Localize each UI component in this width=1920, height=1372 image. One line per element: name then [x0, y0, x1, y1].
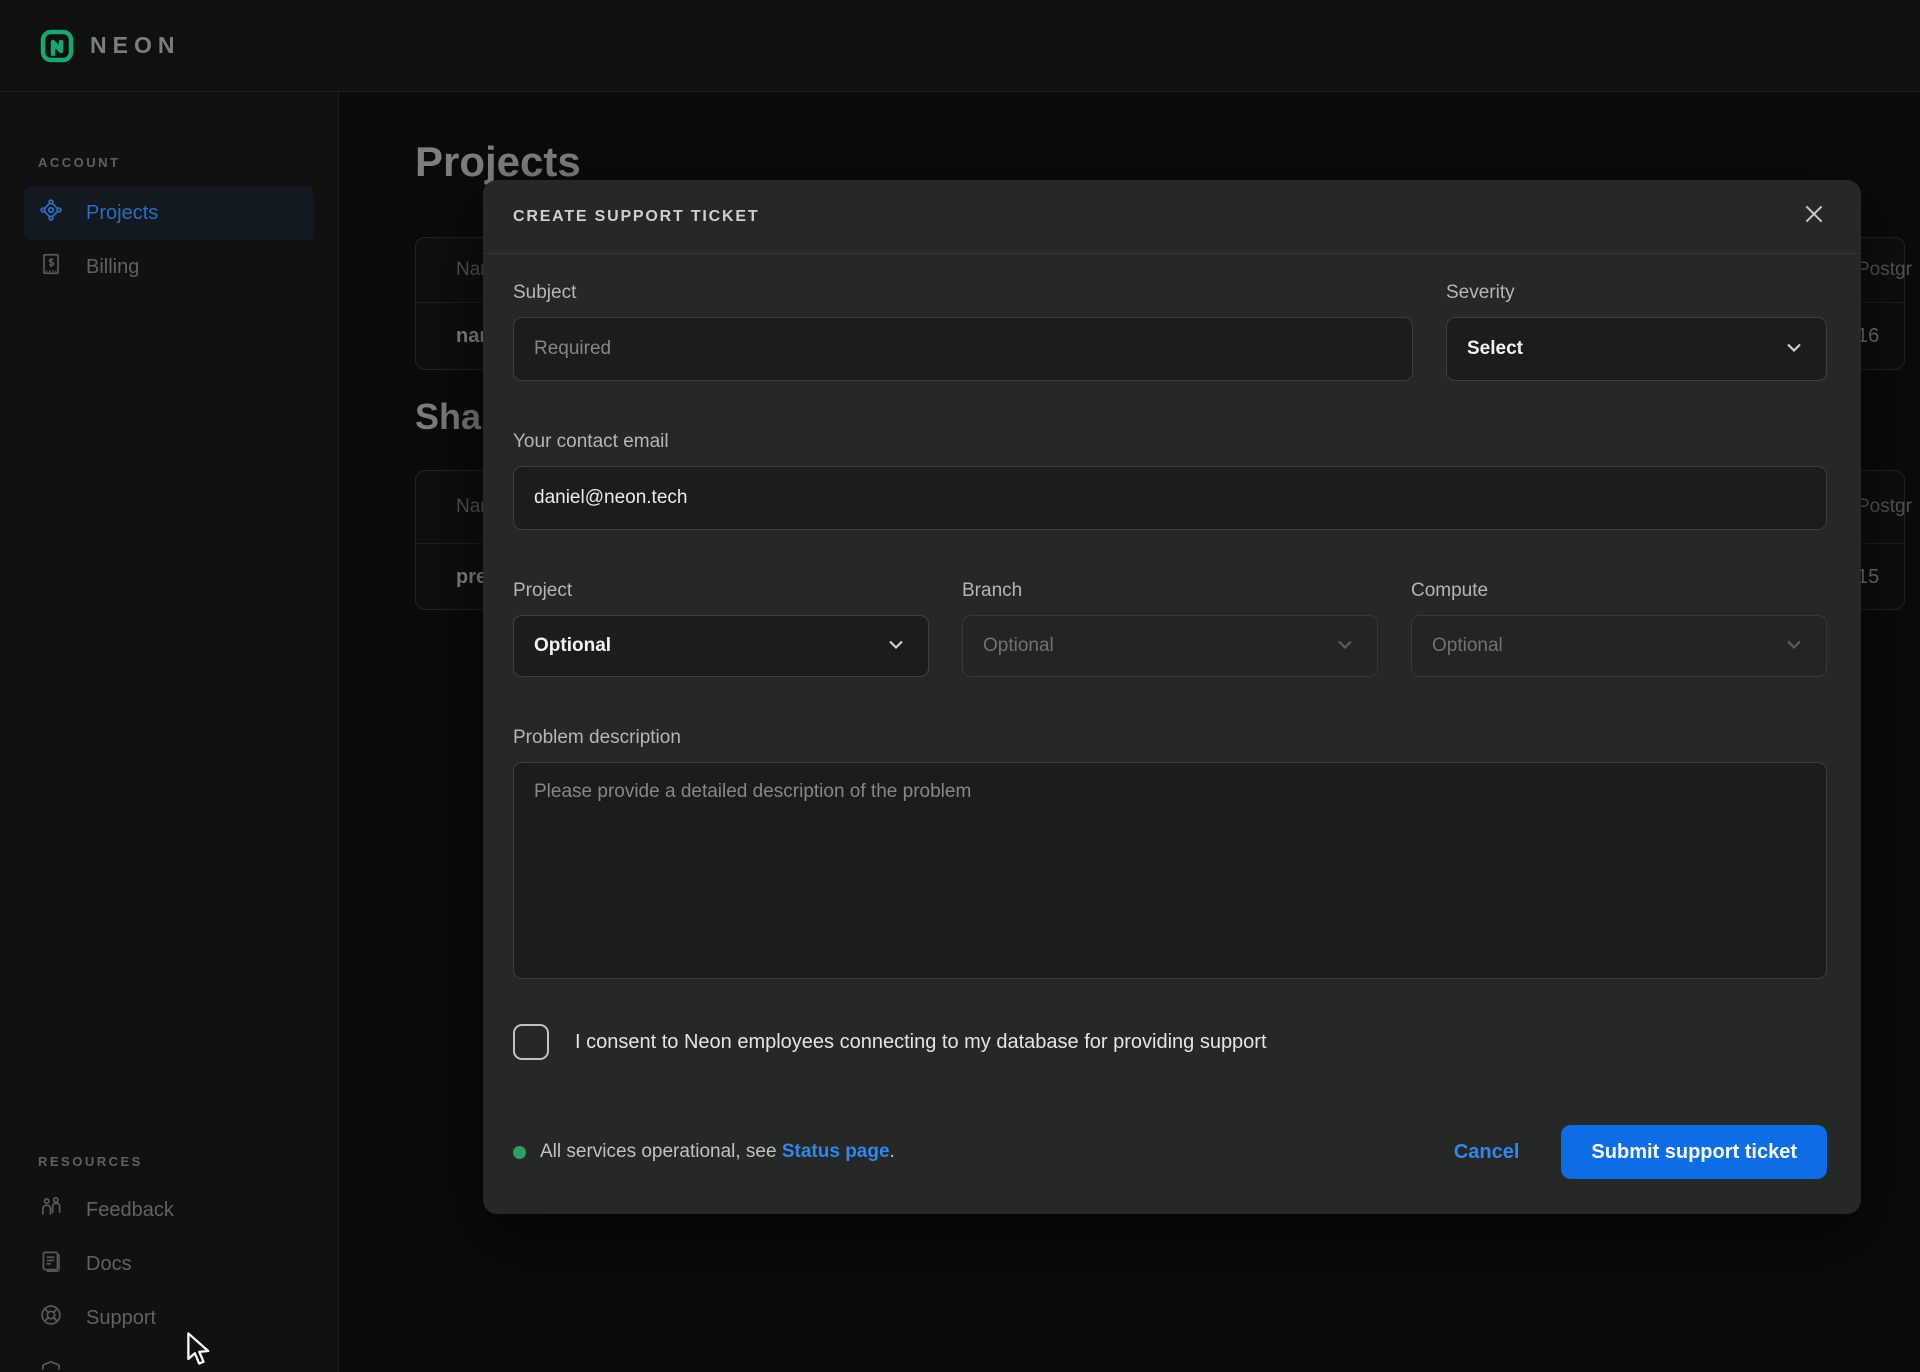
- modal-header: CREATE SUPPORT TICKET: [483, 180, 1861, 254]
- severity-select[interactable]: Select: [1446, 317, 1827, 381]
- resources-section-label: RESOURCES: [0, 1154, 338, 1169]
- name-column-header: Nan: [416, 496, 491, 518]
- neon-logo-icon: [40, 29, 74, 63]
- docs-icon: [38, 1248, 64, 1280]
- projects-icon: [38, 197, 64, 229]
- sidebar-item-docs[interactable]: Docs: [24, 1237, 314, 1291]
- consent-checkbox[interactable]: [513, 1024, 549, 1060]
- submit-support-ticket-button[interactable]: Submit support ticket: [1561, 1125, 1827, 1179]
- neon-logo[interactable]: NEON: [40, 29, 180, 63]
- branch-select-value: Optional: [983, 635, 1054, 657]
- branch-label: Branch: [962, 580, 1378, 602]
- close-icon: [1801, 201, 1827, 232]
- problem-description-textarea[interactable]: [513, 762, 1827, 979]
- sidebar-item-label: Docs: [86, 1253, 132, 1276]
- sidebar-item-feedback[interactable]: Feedback: [24, 1183, 314, 1237]
- postgres-column-header: Postgr: [1857, 259, 1912, 281]
- account-section-label: ACCOUNT: [0, 155, 338, 170]
- sidebar-item-label: Projects: [86, 202, 158, 225]
- compute-select-value: Optional: [1432, 635, 1503, 657]
- support-icon: [38, 1302, 64, 1334]
- contact-email-input[interactable]: [513, 466, 1827, 530]
- mouse-cursor: [185, 1332, 213, 1371]
- subject-label: Subject: [513, 282, 1413, 304]
- billing-icon: [38, 251, 64, 283]
- sidebar-item-label: Support: [86, 1307, 156, 1330]
- chevron-down-icon: [884, 632, 908, 661]
- page-title: Projects: [415, 138, 581, 186]
- partial-icon: [38, 1358, 64, 1372]
- sidebar-item-projects[interactable]: Projects: [24, 186, 314, 240]
- contact-email-label: Your contact email: [513, 431, 1827, 453]
- sidebar: ACCOUNT Projects: [0, 92, 339, 1372]
- feedback-icon: [38, 1194, 64, 1226]
- name-column-header: Nan: [416, 259, 491, 281]
- brand-wordmark: NEON: [90, 32, 180, 59]
- compute-select: Optional: [1411, 615, 1827, 677]
- subject-input[interactable]: [513, 317, 1413, 381]
- status-page-link[interactable]: Status page: [782, 1141, 890, 1162]
- problem-description-label: Problem description: [513, 727, 1827, 749]
- project-select[interactable]: Optional: [513, 615, 929, 677]
- sidebar-item-billing[interactable]: Billing: [24, 240, 314, 294]
- project-select-value: Optional: [534, 635, 611, 657]
- severity-select-value: Select: [1467, 338, 1523, 360]
- chevron-down-icon: [1782, 335, 1806, 364]
- cancel-button[interactable]: Cancel: [1454, 1141, 1520, 1164]
- status-text: All services operational, see Status pag…: [540, 1141, 895, 1163]
- sidebar-item-label: Billing: [86, 256, 139, 279]
- compute-label: Compute: [1411, 580, 1827, 602]
- status-ok-dot-icon: [513, 1146, 526, 1159]
- postgres-column-header: Postgr: [1857, 496, 1912, 518]
- modal-title: CREATE SUPPORT TICKET: [513, 208, 759, 226]
- sidebar-item-partial[interactable]: [24, 1347, 314, 1372]
- project-label: Project: [513, 580, 929, 602]
- create-support-ticket-modal: CREATE SUPPORT TICKET Subject Severity S…: [483, 180, 1861, 1214]
- top-bar: NEON: [0, 0, 1920, 92]
- chevron-down-icon: [1782, 632, 1806, 661]
- consent-label: I consent to Neon employees connecting t…: [575, 1031, 1267, 1054]
- chevron-down-icon: [1333, 632, 1357, 661]
- close-button[interactable]: [1799, 202, 1829, 232]
- sidebar-item-support[interactable]: Support: [24, 1291, 314, 1345]
- severity-label: Severity: [1446, 282, 1827, 304]
- sidebar-item-label: Feedback: [86, 1199, 174, 1222]
- branch-select: Optional: [962, 615, 1378, 677]
